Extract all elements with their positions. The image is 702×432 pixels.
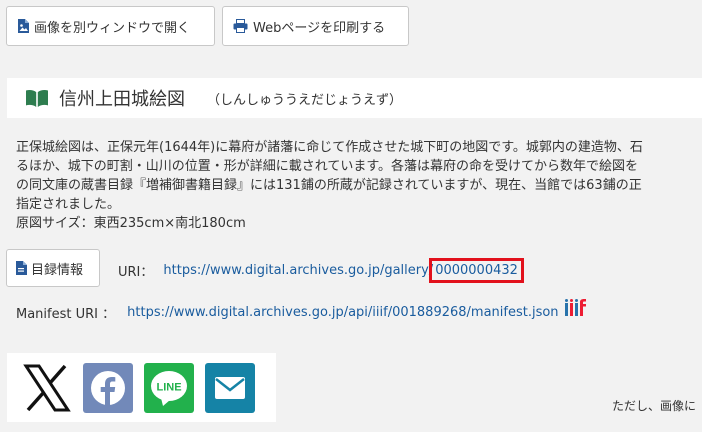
record-title-reading: （しんしゅううえだじょうえず） bbox=[207, 92, 403, 108]
gallery-uri-link[interactable]: https://www.digital.archives.go.jp/galle… bbox=[163, 258, 524, 283]
description-line: 原図サイズ：東西235cm×南北180cm bbox=[16, 216, 246, 231]
record-description: 正保城絵図は、正保元年(1644年)に幕府が諸藩に命じて作成させた城下町の地図で… bbox=[16, 138, 702, 233]
print-page-label: Webページを印刷する bbox=[253, 20, 386, 36]
open-image-window-label: 画像を別ウィンドウで開く bbox=[34, 20, 191, 36]
printer-icon bbox=[233, 19, 248, 33]
gallery-id-highlight: 0000000432 bbox=[429, 258, 524, 283]
gallery-uri-prefix: https://www.digital.archives.go.jp/galle… bbox=[163, 263, 434, 278]
document-icon bbox=[16, 261, 27, 275]
uri-label: URI： bbox=[118, 265, 154, 280]
uri-row: URI： https://www.digital.archives.go.jp/… bbox=[118, 258, 524, 283]
record-title-bar: 信州上田城絵図 （しんしゅううえだじょうえず） bbox=[7, 78, 702, 118]
line-icon-text: LINE bbox=[156, 381, 181, 393]
iiif-logo-icon[interactable] bbox=[564, 299, 587, 316]
share-buttons: LINE bbox=[7, 353, 276, 422]
description-line: の同文庫の蔵書目録『増補御書籍目録』には131鋪の所蔵が記録されていますが、現在… bbox=[16, 178, 642, 193]
share-line-button[interactable]: LINE bbox=[144, 362, 194, 413]
footer-note: ただし、画像に bbox=[612, 399, 697, 413]
manifest-uri-link[interactable]: https://www.digital.archives.go.jp/api/i… bbox=[127, 305, 558, 320]
facebook-icon bbox=[91, 370, 125, 406]
description-line: 指定されました。 bbox=[16, 197, 121, 212]
x-logo-icon bbox=[23, 364, 71, 411]
manifest-uri-label: Manifest URI ： bbox=[16, 307, 116, 322]
share-facebook-button[interactable] bbox=[83, 362, 133, 413]
mail-icon bbox=[215, 376, 245, 399]
share-mail-button[interactable] bbox=[205, 362, 255, 413]
description-line: 正保城絵図は、正保元年(1644年)に幕府が諸藩に命じて作成させた城下町の地図で… bbox=[16, 140, 643, 155]
manifest-row: Manifest URI ： https://www.digital.archi… bbox=[16, 299, 587, 322]
open-book-icon bbox=[26, 89, 48, 107]
record-title: 信州上田城絵図 bbox=[59, 89, 185, 110]
open-image-window-button[interactable]: 画像を別ウィンドウで開く bbox=[6, 6, 215, 46]
description-line: るほか、城下の町割・山川の位置・形が詳細に載されています。各藩は幕府の命を受けて… bbox=[16, 159, 639, 174]
line-icon: LINE bbox=[151, 370, 187, 406]
image-file-icon bbox=[18, 19, 29, 33]
share-x-button[interactable] bbox=[22, 362, 72, 413]
catalog-info-label: 目録情報 bbox=[31, 262, 84, 278]
catalog-info-button[interactable]: 目録情報 bbox=[6, 249, 100, 287]
print-page-button[interactable]: Webページを印刷する bbox=[222, 6, 409, 46]
